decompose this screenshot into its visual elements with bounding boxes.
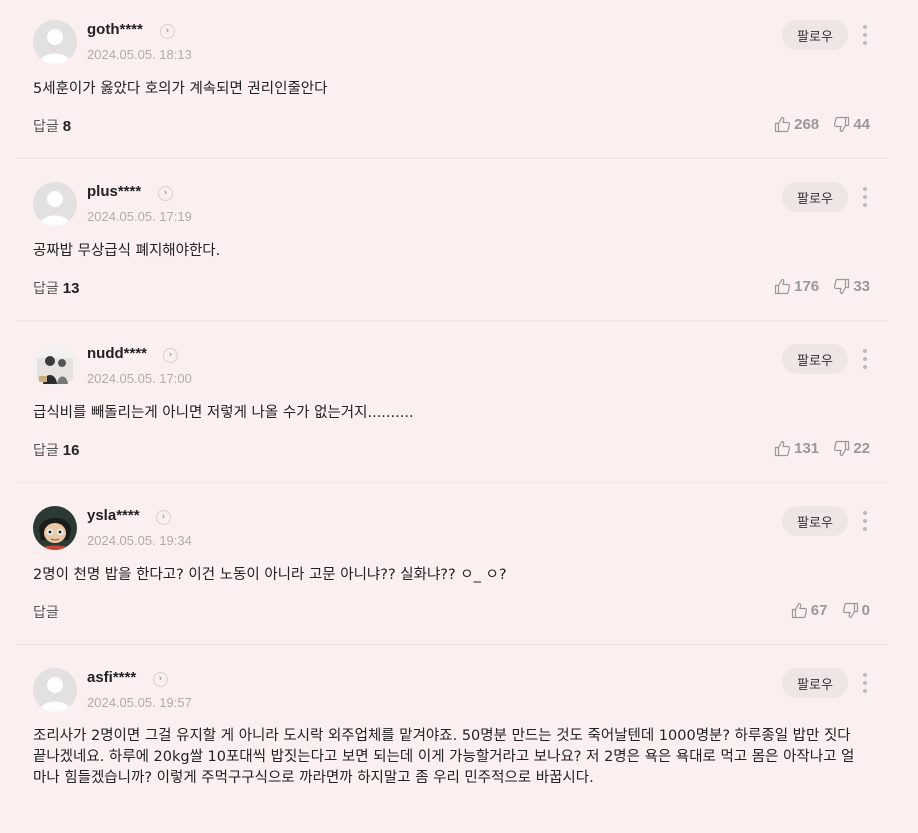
chevron-right-icon[interactable]: › xyxy=(153,672,168,687)
comment-text: 급식비를 빼돌리는게 아니면 저렇게 나올 수가 없는거지.......... xyxy=(33,405,414,421)
comment-text: 5세훈이가 옳았다 호의가 계속되면 권리인줄안다 xyxy=(33,81,328,97)
like-count: 131 xyxy=(794,440,820,457)
reply-label: 답글 xyxy=(33,605,59,621)
reply-button[interactable]: 답글 xyxy=(33,602,59,622)
thumbs-down-icon xyxy=(834,116,850,133)
default-avatar-icon[interactable] xyxy=(33,668,77,712)
more-options-icon[interactable] xyxy=(858,187,872,209)
more-options-icon[interactable] xyxy=(858,673,872,695)
comment-text: 2명이 천명 밥을 한다고? 이건 노동이 아니라 고문 아니냐?? 실화냐??… xyxy=(33,567,507,583)
divider xyxy=(16,320,888,321)
like-count: 176 xyxy=(794,278,820,295)
dislike-button[interactable]: 33 xyxy=(833,278,870,295)
more-options-icon[interactable] xyxy=(858,511,872,533)
thumbs-up-icon xyxy=(775,278,791,295)
dislike-count: 0 xyxy=(861,602,870,619)
like-button[interactable]: 268 xyxy=(774,116,819,133)
like-count: 67 xyxy=(810,602,828,619)
photo-avatar-icon[interactable] xyxy=(33,344,77,388)
username[interactable]: goth**** xyxy=(87,21,143,38)
chevron-right-icon[interactable]: › xyxy=(160,24,175,39)
vote-group: 176 33 xyxy=(764,278,870,295)
cartoon-avatar-icon[interactable] xyxy=(33,506,77,550)
dislike-count: 22 xyxy=(853,440,870,457)
thumbs-down-icon xyxy=(834,440,850,457)
divider xyxy=(16,158,888,159)
username[interactable]: asfi**** xyxy=(87,669,136,686)
reply-label: 답글 xyxy=(33,443,59,459)
thumbs-down-icon xyxy=(842,602,858,619)
username[interactable]: plus**** xyxy=(87,183,141,200)
reply-count: 13 xyxy=(62,280,80,297)
comment-date: 2024.05.05. 18:13 xyxy=(87,47,192,62)
dislike-button[interactable]: 22 xyxy=(833,440,870,457)
reply-button[interactable]: 답글 8 xyxy=(33,116,71,136)
comment-text: 조리사가 2명이면 그걸 유지할 게 아니라 도시락 외주업체를 맡겨야죠. 5… xyxy=(33,728,855,786)
like-button[interactable]: 131 xyxy=(774,440,819,457)
reply-label: 답글 xyxy=(33,281,59,297)
like-button[interactable]: 176 xyxy=(774,278,819,295)
reply-button[interactable]: 답글 16 xyxy=(33,440,79,460)
reply-count: 8 xyxy=(62,118,72,135)
thumbs-up-icon xyxy=(775,440,791,457)
default-avatar-icon[interactable] xyxy=(33,182,77,226)
follow-button[interactable]: 팔로우 xyxy=(782,182,848,212)
thumbs-up-icon xyxy=(775,116,791,133)
reply-label: 답글 xyxy=(33,119,59,135)
divider xyxy=(16,644,888,645)
divider xyxy=(16,482,888,483)
dislike-button[interactable]: 44 xyxy=(833,116,870,133)
reply-button[interactable]: 답글 13 xyxy=(33,278,79,298)
follow-button[interactable]: 팔로우 xyxy=(782,344,848,374)
username[interactable]: ysla**** xyxy=(87,507,140,524)
more-options-icon[interactable] xyxy=(858,349,872,371)
follow-button[interactable]: 팔로우 xyxy=(782,506,848,536)
comment-date: 2024.05.05. 17:19 xyxy=(87,209,192,224)
dislike-button[interactable]: 0 xyxy=(842,602,870,619)
vote-group: 268 44 xyxy=(764,116,870,133)
chevron-right-icon[interactable]: › xyxy=(158,186,173,201)
dislike-count: 33 xyxy=(853,278,870,295)
follow-button[interactable]: 팔로우 xyxy=(782,20,848,50)
username[interactable]: nudd**** xyxy=(87,345,147,362)
comment-date: 2024.05.05. 19:34 xyxy=(87,533,192,548)
follow-button[interactable]: 팔로우 xyxy=(782,668,848,698)
default-avatar-icon[interactable] xyxy=(33,20,77,64)
reply-count: 16 xyxy=(62,442,80,459)
thumbs-down-icon xyxy=(834,278,850,295)
comment-date: 2024.05.05. 17:00 xyxy=(87,371,192,386)
comment-date: 2024.05.05. 19:57 xyxy=(87,695,192,710)
more-options-icon[interactable] xyxy=(858,25,872,47)
vote-group: 67 0 xyxy=(781,602,870,619)
chevron-right-icon[interactable]: › xyxy=(163,348,178,363)
thumbs-up-icon xyxy=(791,602,807,619)
vote-group: 131 22 xyxy=(764,440,870,457)
like-button[interactable]: 67 xyxy=(791,602,828,619)
comment-text: 공짜밥 무상급식 폐지해야한다. xyxy=(33,243,221,259)
dislike-count: 44 xyxy=(853,116,870,133)
like-count: 268 xyxy=(794,116,820,133)
chevron-right-icon[interactable]: › xyxy=(156,510,171,525)
